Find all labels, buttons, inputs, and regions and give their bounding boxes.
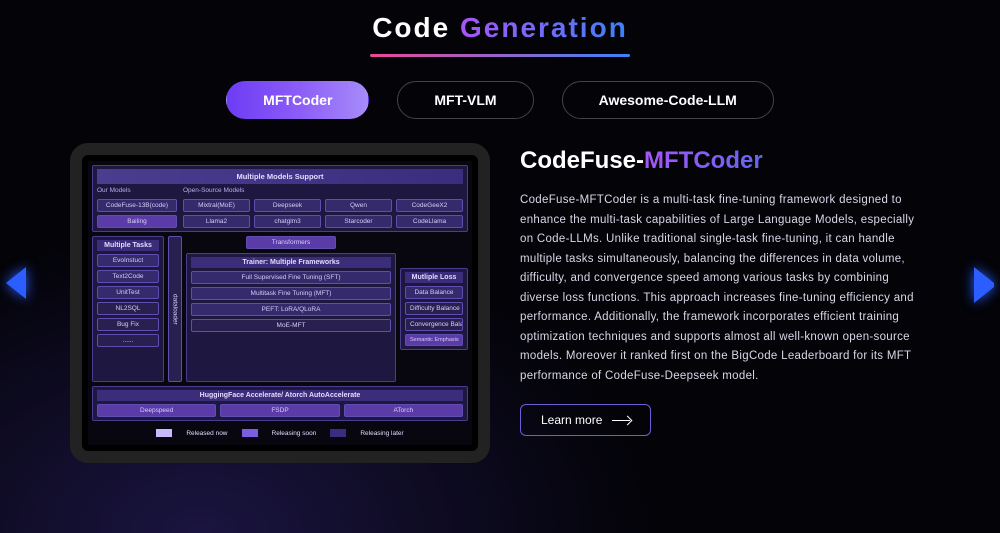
model-chip: Qwen <box>325 199 392 212</box>
loss-chip: Convergence Balance <box>405 318 463 331</box>
our-models-label: Our Models <box>97 187 177 194</box>
detail-heading: CodeFuse-MFTCoder <box>520 147 930 175</box>
trainer-title: Trainer: Multiple Frameworks <box>191 257 391 268</box>
tab-awesome-code-llm[interactable]: Awesome-Code-LLM <box>562 81 774 119</box>
task-chip: EvoInstuct <box>97 254 159 267</box>
task-chip: Text2Code <box>97 270 159 283</box>
loss-panel: Mutliple Loss Data Balance Difficulty Ba… <box>400 268 468 350</box>
model-chip: Llama2 <box>183 215 250 228</box>
legend: Released now Releasing soon Releasing la… <box>92 425 468 441</box>
trainer-chip: PEFT: LoRA/QLoRA <box>191 303 391 316</box>
detail-description: CodeFuse-MFTCoder is a multi-task fine-t… <box>520 191 930 386</box>
model-chip: Deepseek <box>254 199 321 212</box>
model-chip: Mixtral(MoE) <box>183 199 250 212</box>
loss-chip: Data Balance <box>405 286 463 299</box>
transformers-chip: Transformers <box>246 236 336 249</box>
legend-item: Released now <box>186 430 227 437</box>
accel-chip: Deepspeed <box>97 404 216 417</box>
tab-mft-vlm[interactable]: MFT-VLM <box>397 81 533 119</box>
learn-more-label: Learn more <box>541 413 602 427</box>
legend-item: Releasing later <box>360 430 403 437</box>
models-panel: Multiple Models Support Our Models CodeF… <box>92 165 468 232</box>
carousel-next-icon[interactable] <box>974 267 994 303</box>
accel-chip: FSDP <box>220 404 339 417</box>
model-chip: CodeGeeX2 <box>396 199 463 212</box>
model-chip: Bailing <box>97 215 177 228</box>
learn-more-button[interactable]: Learn more <box>520 404 651 436</box>
task-chip: NL2SQL <box>97 302 159 315</box>
tasks-panel: Multiple Tasks EvoInstuct Text2Code Unit… <box>92 236 164 382</box>
accel-panel: HuggingFace Accelerate/ Atorch AutoAccel… <box>92 386 468 421</box>
task-chip: ...... <box>97 334 159 347</box>
model-chip: CodeFuse-13B(code) <box>97 199 177 212</box>
arrow-right-icon <box>612 420 630 421</box>
diagram-frame: Multiple Models Support Our Models CodeF… <box>70 143 490 463</box>
section-title: Code Generation <box>372 12 628 44</box>
trainer-chip: Full Supervised Fine Tuning (SFT) <box>191 271 391 284</box>
trainer-chip: Multitask Fine Tuning (MFT) <box>191 287 391 300</box>
accel-chip: ATorch <box>344 404 463 417</box>
loss-chip: Semantic Emphasis <box>405 334 463 346</box>
trainer-chip: MoE-MFT <box>191 319 391 332</box>
task-chip: UnitTest <box>97 286 159 299</box>
carousel-prev-icon[interactable] <box>6 267 26 299</box>
tab-bar: MFTCoder MFT-VLM Awesome-Code-LLM <box>0 81 1000 119</box>
loss-title: Mutliple Loss <box>405 272 463 283</box>
accel-title: HuggingFace Accelerate/ Atorch AutoAccel… <box>97 390 463 401</box>
dataloader-label: dataloader <box>168 236 182 382</box>
model-chip: CodeLlama <box>396 215 463 228</box>
tasks-title: Multiple Tasks <box>97 240 159 251</box>
task-chip: Bug Fix <box>97 318 159 331</box>
models-panel-title: Multiple Models Support <box>97 169 463 184</box>
trainer-panel: Trainer: Multiple Frameworks Full Superv… <box>186 253 396 382</box>
title-underline <box>370 54 630 57</box>
legend-item: Releasing soon <box>272 430 317 437</box>
os-models-label: Open-Source Models <box>183 187 463 194</box>
tab-mftcoder[interactable]: MFTCoder <box>226 81 369 119</box>
model-chip: Starcoder <box>325 215 392 228</box>
model-chip: chatglm3 <box>254 215 321 228</box>
loss-chip: Difficulty Balance <box>405 302 463 315</box>
